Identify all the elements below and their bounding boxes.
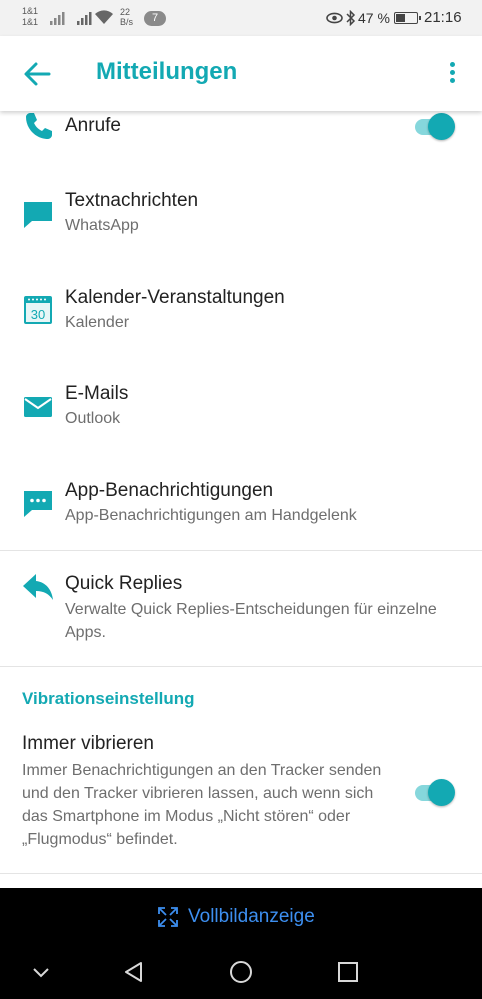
carrier-1: 1&1 — [22, 6, 39, 16]
list-item-app-notifications[interactable]: App-Benachrichtigungen App-Benachrichtig… — [0, 471, 482, 551]
network-speed: 22 B/s — [120, 7, 133, 27]
list-item-emails[interactable]: E-Mails Outlook — [0, 374, 482, 454]
speed-value: 22 — [120, 7, 131, 17]
battery-icon — [394, 12, 421, 24]
list-item-text-messages[interactable]: Textnachrichten WhatsApp — [0, 181, 482, 261]
speed-unit: B/s — [120, 17, 134, 27]
notification-count-badge: 7 — [144, 11, 166, 26]
fullscreen-bar: Vollbildanzeige — [0, 888, 482, 945]
signal-icon — [77, 12, 92, 25]
wifi-icon — [95, 10, 113, 24]
status-bar: 1&1 1&1 22 B/s 7 47 % 21:16 — [0, 0, 482, 36]
list-item-title: Anrufe — [65, 115, 121, 136]
list-item-title: Immer vibrieren — [22, 733, 154, 754]
clock: 21:16 — [424, 9, 462, 26]
eye-icon — [326, 12, 343, 24]
triangle-back-icon — [125, 962, 142, 982]
chat-dots-icon — [24, 491, 52, 517]
more-vert-icon — [449, 62, 455, 67]
list-item-description: Immer Benachrichtigungen an den Tracker … — [22, 762, 382, 848]
phone-icon — [26, 113, 52, 139]
list-item-subtitle: WhatsApp — [65, 217, 139, 234]
bluetooth-icon — [346, 10, 356, 26]
list-item-title: Textnachrichten — [65, 190, 199, 211]
mail-icon — [24, 397, 52, 417]
toggle-knob — [428, 779, 455, 806]
battery-percent: 47 % — [358, 10, 390, 26]
message-icon — [24, 202, 52, 228]
divider — [0, 666, 482, 667]
list-item-title: App-Benachrichtigungen — [65, 480, 274, 501]
nav-home-button[interactable] — [228, 959, 254, 985]
divider — [0, 873, 482, 874]
calls-toggle[interactable] — [413, 111, 457, 141]
system-navigation-bar — [0, 945, 482, 999]
overflow-menu-button[interactable] — [444, 62, 460, 88]
list-item-subtitle: App-Benachrichtigungen am Handgelenk — [65, 507, 357, 524]
reply-icon — [23, 574, 53, 600]
list-item-calls[interactable]: Anrufe — [0, 111, 482, 171]
list-item-title: E-Mails — [65, 383, 129, 404]
list-item-title: Quick Replies — [65, 573, 183, 594]
arrow-left-icon — [24, 62, 51, 86]
back-button[interactable] — [22, 60, 52, 88]
app-bar: Mitteilungen — [0, 36, 482, 111]
nav-back-button[interactable] — [121, 959, 147, 985]
fullscreen-icon — [158, 907, 178, 927]
fullscreen-button[interactable]: Vollbildanzeige — [158, 906, 315, 928]
signal-icon — [50, 12, 65, 25]
settings-list[interactable]: Anrufe Textnachrichten WhatsApp 30 Kalen… — [0, 111, 482, 888]
carrier-2: 1&1 — [22, 17, 39, 27]
circle-home-icon — [230, 961, 252, 983]
chevron-down-icon — [33, 968, 49, 978]
list-item-subtitle: Kalender — [65, 314, 130, 331]
section-header: Vibrationseinstellung — [22, 689, 195, 708]
list-item-subtitle: Outlook — [65, 410, 121, 427]
list-item-always-vibrate[interactable]: Immer vibrieren Immer Benachrichtigungen… — [0, 729, 482, 874]
nav-recents-button[interactable] — [335, 959, 361, 985]
always-vibrate-toggle[interactable] — [413, 777, 457, 807]
fullscreen-label: Vollbildanzeige — [188, 906, 315, 927]
list-item-title: Kalender-Veranstaltungen — [65, 287, 285, 308]
list-item-calendar[interactable]: 30 Kalender-Veranstaltungen Kalender — [0, 278, 482, 358]
toggle-knob — [428, 113, 455, 140]
nav-collapse-button[interactable] — [28, 959, 54, 985]
calendar-icon: 30 — [24, 296, 52, 324]
calendar-icon-date: 30 — [31, 307, 45, 322]
list-item-quick-replies[interactable]: Quick Replies Verwalte Quick Replies-Ent… — [0, 551, 482, 666]
square-recents-icon — [338, 962, 358, 982]
list-item-subtitle: Verwalte Quick Replies-Entscheidungen fü… — [65, 601, 437, 641]
page-title: Mitteilungen — [96, 58, 238, 85]
carrier-labels: 1&1 1&1 — [22, 6, 38, 28]
